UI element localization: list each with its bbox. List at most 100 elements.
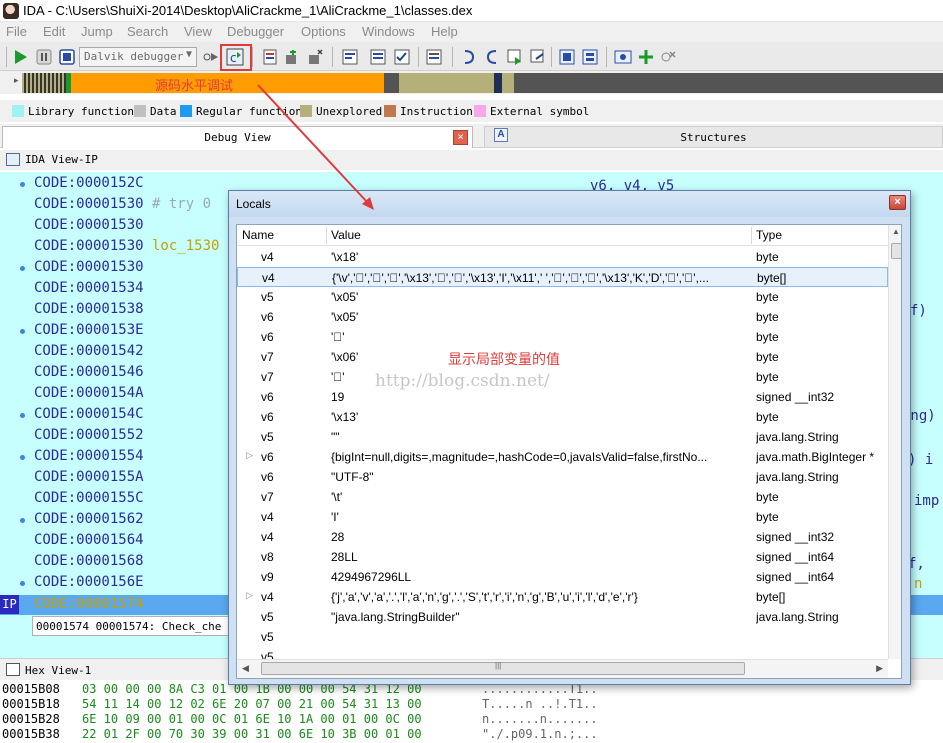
hex-row[interactable]: 00015B38 22 01 2F 00 70 30 39 00 31 00 6E…	[2, 727, 598, 742]
local-variable-row[interactable]: v8 28LL signed __int64	[237, 547, 888, 567]
breakpoint-dot-icon[interactable]	[20, 581, 25, 586]
hex-view-area[interactable]: 00015B08 03 00 00 00 8A C3 01 00 1B 00 00…	[0, 681, 943, 743]
locals-titlebar[interactable]: Locals ×	[229, 191, 910, 217]
step-into-icon[interactable]	[260, 47, 280, 67]
breakpoint-dot-icon[interactable]	[20, 455, 25, 460]
delete-breakpoint-icon[interactable]	[658, 47, 678, 67]
code-line[interactable]: CODE:00001552	[34, 427, 144, 443]
registers-icon[interactable]	[613, 47, 633, 67]
jump-forward-icon[interactable]	[482, 47, 502, 67]
code-line[interactable]: CODE:0000153E	[34, 322, 144, 338]
local-variable-row[interactable]: v5 "" java.lang.String	[237, 427, 888, 447]
local-variable-row[interactable]: v4 28 signed __int32	[237, 527, 888, 547]
code-line[interactable]: CODE:0000154C	[34, 406, 144, 422]
run-until-return-icon[interactable]	[505, 47, 525, 67]
local-variable-row[interactable]: v7 '\x06' byte	[237, 347, 888, 367]
local-variable-row[interactable]: v7 '\t' byte	[237, 487, 888, 507]
close-icon[interactable]: ×	[453, 130, 468, 145]
code-line[interactable]: CODE:00001530 # try 0	[34, 196, 211, 212]
code-line[interactable]: CODE:0000152C	[34, 175, 144, 191]
code-line[interactable]: CODE:00001562	[34, 511, 144, 527]
expand-arrow-icon[interactable]: ▷	[246, 450, 253, 461]
scroll-up-icon[interactable]: ▲	[892, 227, 900, 236]
scroll-thumb[interactable]	[891, 243, 901, 259]
step-back-icon[interactable]	[528, 47, 548, 67]
code-line[interactable]: CODE:00001530	[34, 217, 144, 233]
code-line[interactable]: CODE:00001538	[34, 301, 144, 317]
hex-row[interactable]: 00015B28 6E 10 09 00 01 00 0C 01 6E 10 1A…	[2, 712, 598, 727]
breakpoint-dot-icon[interactable]	[20, 518, 25, 523]
code-line[interactable]: CODE:00001542	[34, 343, 144, 359]
breakpoint-dot-icon[interactable]	[20, 413, 25, 418]
start-process-icon[interactable]	[10, 47, 30, 67]
local-variable-row[interactable]: v4 '\x18' byte	[237, 247, 888, 267]
column-name[interactable]: Name	[242, 228, 274, 242]
local-variable-row[interactable]: v5 "java.lang.StringBuilder" java.lang.Str…	[237, 607, 888, 627]
local-variable-row[interactable]: v5	[237, 627, 888, 647]
menu-windows[interactable]: Windows	[362, 24, 415, 39]
menu-debugger[interactable]: Debugger	[227, 24, 284, 39]
code-line[interactable]: CODE:00001534	[34, 280, 144, 296]
menu-options[interactable]: Options	[301, 24, 346, 39]
local-variable-row[interactable]: v7 ' ' byte	[237, 367, 888, 387]
local-variable-row[interactable]: v6 '\x05' byte	[237, 307, 888, 327]
column-divider[interactable]	[751, 227, 752, 244]
hex-row[interactable]: 00015B18 54 11 14 00 12 02 6E 20 07 00 21…	[2, 697, 598, 712]
code-line[interactable]: CODE:00001568	[34, 553, 144, 569]
code-line[interactable]: CODE:00001530	[34, 259, 144, 275]
local-variable-row[interactable]: v5 '\x05' byte	[237, 287, 888, 307]
local-variable-row[interactable]: ▷ v6 {bigInt=null,digits=,magnitude=,hashC…	[237, 447, 888, 467]
code-line[interactable]: CODE:00001554	[34, 448, 144, 464]
add-breakpoint-icon[interactable]	[636, 47, 656, 67]
jump-back-icon[interactable]	[459, 47, 479, 67]
step-over-icon[interactable]	[283, 47, 303, 67]
scroll-left-icon[interactable]: ◀	[242, 663, 249, 674]
menu-help[interactable]: Help	[431, 24, 458, 39]
code-line[interactable]: CODE:0000156E	[34, 574, 144, 590]
threads-icon[interactable]	[557, 47, 577, 67]
attach-icon[interactable]	[201, 47, 221, 67]
stop-icon[interactable]	[57, 47, 77, 67]
breakpoint-list-icon[interactable]	[368, 47, 388, 67]
code-line[interactable]: CODE:00001546	[34, 364, 144, 380]
watch-list-icon[interactable]	[392, 47, 412, 67]
scroll-thumb[interactable]	[261, 662, 745, 675]
step-out-icon[interactable]	[340, 47, 360, 67]
local-variable-row[interactable]: v9 4294967296LL signed __int64	[237, 567, 888, 587]
close-icon[interactable]: ×	[889, 195, 906, 210]
expand-arrow-icon[interactable]: ▷	[246, 590, 253, 601]
local-variable-row[interactable]: v5	[237, 647, 888, 659]
code-line[interactable]: CODE:00001530 loc_1530	[34, 238, 219, 254]
breakpoint-dot-icon[interactable]	[20, 266, 25, 271]
local-variable-row[interactable]: v4 'I' byte	[237, 507, 888, 527]
code-line[interactable]: CODE:00001564	[34, 532, 144, 548]
local-variable-row[interactable]: v6 ' ' byte	[237, 327, 888, 347]
column-value[interactable]: Value	[331, 228, 361, 242]
column-type[interactable]: Type	[756, 228, 782, 242]
breakpoint-dot-icon[interactable]	[20, 182, 25, 187]
local-variable-row[interactable]: v6 '\x13' byte	[237, 407, 888, 427]
local-variable-row[interactable]: ▷ v4 {'j','a','v','a','.','l','a','n','g',…	[237, 587, 888, 607]
scroll-right-icon[interactable]: ▶	[876, 663, 883, 674]
column-divider[interactable]	[326, 227, 327, 244]
breakpoint-dot-icon[interactable]	[20, 329, 25, 334]
menu-search[interactable]: Search	[127, 24, 168, 39]
tab-structures[interactable]: Structures	[484, 126, 943, 148]
tracing-icon[interactable]	[424, 47, 444, 67]
pause-icon[interactable]	[34, 47, 54, 67]
menu-edit[interactable]: Edit	[43, 24, 65, 39]
local-variable-row[interactable]: v6 "UTF-8" java.lang.String	[237, 467, 888, 487]
horizontal-scrollbar[interactable]: ◀ ||| ▶	[237, 659, 888, 678]
code-line[interactable]: CODE:0000155A	[34, 469, 144, 485]
code-line[interactable]: CODE:0000154A	[34, 385, 144, 401]
code-line[interactable]: CODE:0000155C	[34, 490, 144, 506]
menu-jump[interactable]: Jump	[81, 24, 113, 39]
menu-view[interactable]: View	[184, 24, 212, 39]
local-variable-row[interactable]: v4 {'\v',' ',' ',' ','\x13',' ',' ','\x13…	[237, 267, 888, 287]
modules-icon[interactable]	[580, 47, 600, 67]
menu-file[interactable]: File	[6, 24, 27, 39]
local-variable-row[interactable]: v6 19 signed __int32	[237, 387, 888, 407]
debugger-select[interactable]: Dalvik debugger ▼	[79, 47, 197, 67]
vertical-scrollbar[interactable]: ▲	[888, 225, 901, 659]
hex-row[interactable]: 00015B08 03 00 00 00 8A C3 01 00 1B 00 00…	[2, 682, 598, 697]
